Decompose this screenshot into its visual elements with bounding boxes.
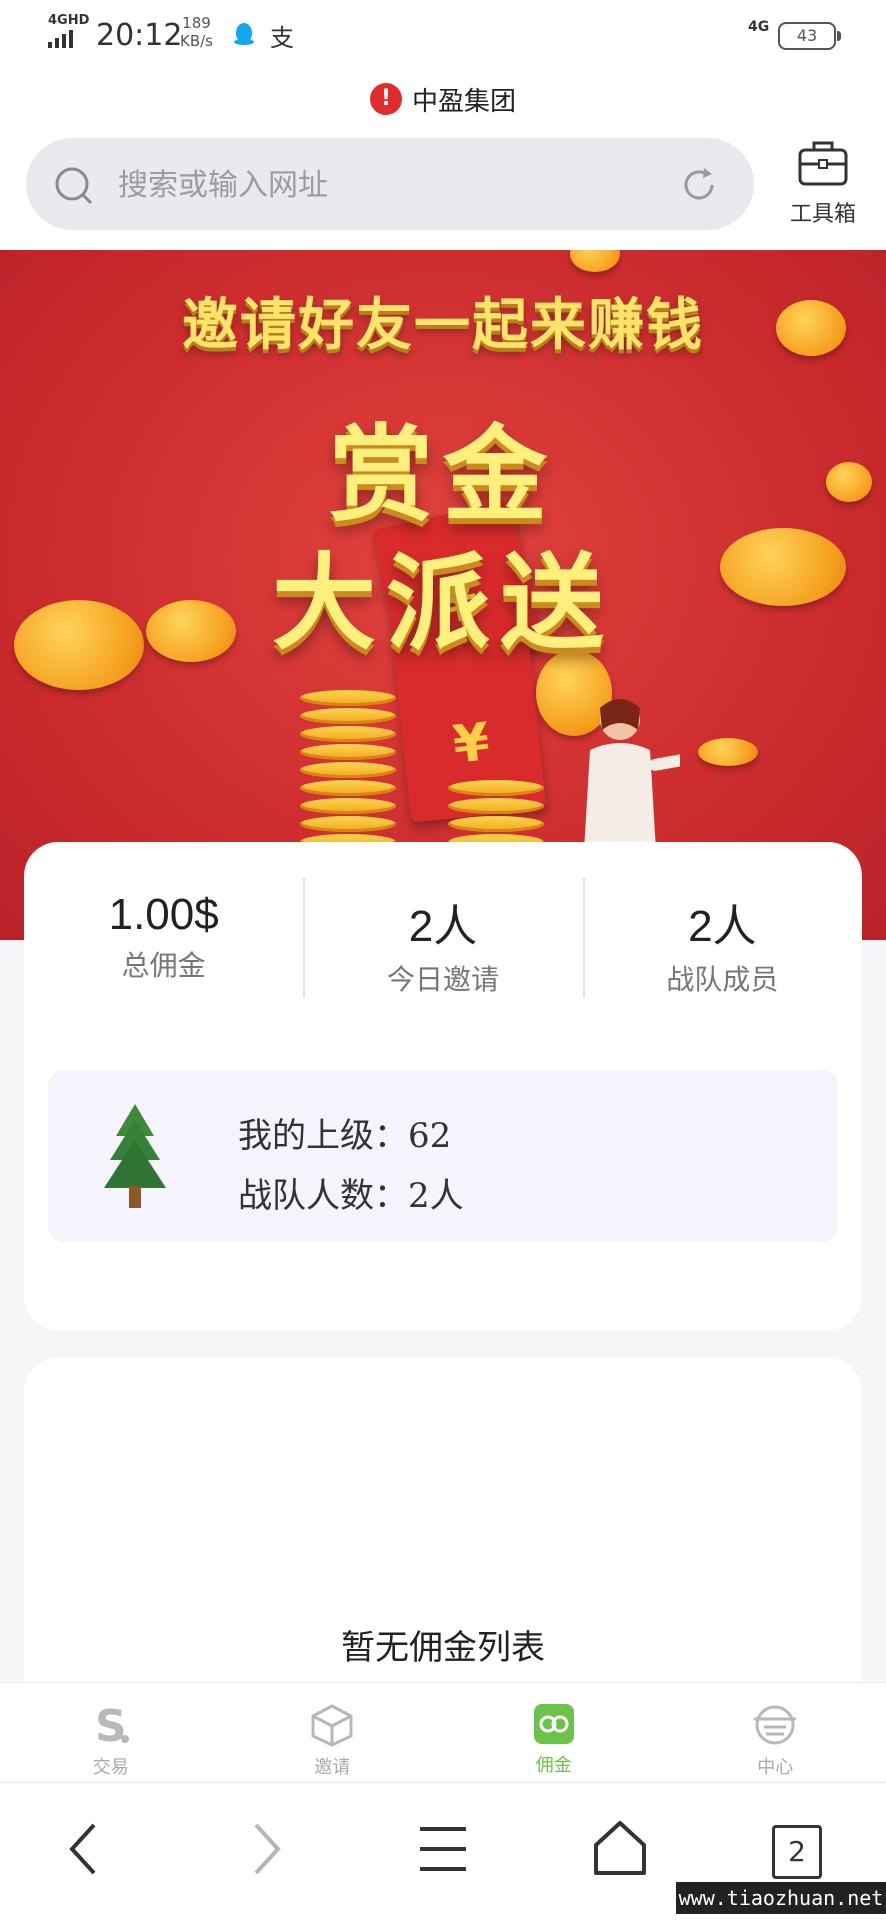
app-tab-bar: S 交易 邀请 佣金 中心 xyxy=(0,1682,886,1783)
clock: 20:12 xyxy=(96,18,182,53)
forward-arrow-icon[interactable] xyxy=(246,1819,286,1879)
stat-value: 1.00$ xyxy=(24,890,303,940)
alipay-icon: 支 xyxy=(270,18,294,53)
toolbox-icon xyxy=(797,138,849,188)
stats-card: 1.00$ 总佣金 2人 今日邀请 2人 战队成员 我的上级：62 战队人数：2… xyxy=(24,842,862,1330)
speed-value: 189 xyxy=(180,14,213,32)
tab-invite[interactable]: 邀请 xyxy=(222,1683,444,1783)
stat-team-members: 2人 战队成员 xyxy=(583,878,862,998)
banner-headline: 邀请好友一起来赚钱 xyxy=(0,280,886,361)
empty-list-message: 暂无佣金列表 xyxy=(24,1620,862,1669)
toolbox-label: 工具箱 xyxy=(776,196,870,228)
qq-icon xyxy=(230,20,258,48)
status-bar: 4GHD 20:12 189 KB/s 支 4G 43 xyxy=(0,0,886,66)
network-type: 4GHD xyxy=(48,14,89,28)
network-speed: 189 KB/s xyxy=(180,14,213,50)
tab-commission[interactable]: 佣金 xyxy=(443,1683,665,1783)
stat-total-commission: 1.00$ 总佣金 xyxy=(24,878,303,998)
address-bar[interactable] xyxy=(26,138,754,230)
stat-value: 2人 xyxy=(583,890,862,954)
promo-banner: ¥ ¥ 邀请好友一起来赚钱 赏金 大派送 xyxy=(0,250,886,940)
team-size-row: 战队人数：2人 xyxy=(238,1168,464,1217)
back-arrow-icon[interactable] xyxy=(64,1819,104,1879)
center-icon xyxy=(752,1703,798,1747)
tab-label: 交易 xyxy=(0,1753,222,1779)
speed-unit: KB/s xyxy=(180,32,213,50)
stat-today-invites: 2人 今日邀请 xyxy=(303,878,582,998)
address-bar-row: 工具箱 xyxy=(0,132,886,250)
tree-icon xyxy=(102,1102,168,1212)
coin-decoration xyxy=(698,738,758,766)
team-size-label: 战队人数： xyxy=(238,1176,408,1216)
team-info-box: 我的上级：62 战队人数：2人 xyxy=(48,1070,838,1242)
stat-label: 今日邀请 xyxy=(303,958,582,998)
tab-trade[interactable]: S 交易 xyxy=(0,1683,222,1783)
trade-s-icon: S xyxy=(91,1703,131,1747)
search-icon xyxy=(54,166,94,206)
menu-icon[interactable] xyxy=(418,1819,468,1879)
banner-title-line2: 大派送 xyxy=(0,518,886,669)
search-input[interactable] xyxy=(116,158,620,212)
tab-center[interactable]: 中心 xyxy=(665,1683,886,1783)
cube-icon xyxy=(309,1703,355,1747)
tab-label: 佣金 xyxy=(443,1751,665,1777)
superior-value: 62 xyxy=(408,1116,451,1156)
stats-row: 1.00$ 总佣金 2人 今日邀请 2人 战队成员 xyxy=(24,878,862,998)
site-name: 中盈集团 xyxy=(412,81,516,118)
watermark: www.tiaozhuan.net xyxy=(676,1882,886,1914)
toolbox-button[interactable]: 工具箱 xyxy=(776,138,870,234)
commission-icon xyxy=(533,1703,575,1745)
tab-label: 邀请 xyxy=(222,1753,444,1779)
home-icon[interactable] xyxy=(592,1819,648,1879)
signal-indicator: 4GHD xyxy=(48,14,89,48)
team-size-value: 2人 xyxy=(408,1176,464,1216)
stat-label: 战队成员 xyxy=(583,958,862,998)
tab-label: 中心 xyxy=(665,1753,886,1779)
tabs-count-button[interactable]: 2 xyxy=(772,1825,822,1879)
security-alert-icon[interactable]: ! xyxy=(370,83,402,115)
superior-row: 我的上级：62 xyxy=(238,1108,451,1157)
stat-label: 总佣金 xyxy=(24,944,303,984)
battery-icon: 43 xyxy=(778,22,836,50)
site-title-bar: ! 中盈集团 xyxy=(0,66,886,132)
stat-value: 2人 xyxy=(303,890,582,954)
coin-decoration xyxy=(570,250,620,272)
cell-network: 4G xyxy=(748,20,769,34)
signal-bars-icon xyxy=(48,30,89,48)
superior-label: 我的上级： xyxy=(238,1116,408,1156)
reload-icon[interactable] xyxy=(678,164,720,206)
